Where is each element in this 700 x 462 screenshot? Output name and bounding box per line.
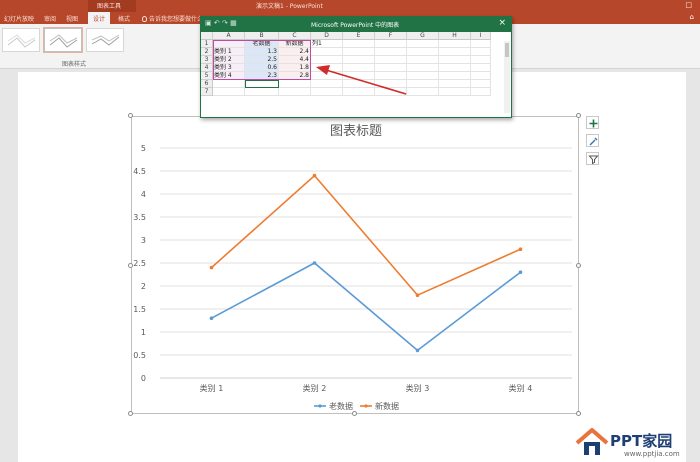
cell-a7[interactable]	[213, 88, 245, 96]
cell-b6[interactable]	[245, 80, 279, 88]
cell-i4[interactable]	[471, 64, 491, 72]
row-header-1[interactable]: 1	[201, 40, 213, 48]
chart-filters-button[interactable]	[586, 152, 599, 165]
cell-g2[interactable]	[407, 48, 439, 56]
cell-d3[interactable]	[311, 56, 343, 64]
row-header-6[interactable]: 6	[201, 80, 213, 88]
save-icon[interactable]: ▣	[205, 19, 212, 27]
cell-i1[interactable]	[471, 40, 491, 48]
cell-d4[interactable]	[311, 64, 343, 72]
resize-handle-br[interactable]	[576, 411, 581, 416]
excel-window-title: Microsoft PowerPoint 中的图表	[311, 22, 400, 29]
house-logo-icon	[575, 428, 609, 455]
resize-handle-tr[interactable]	[576, 113, 581, 118]
resize-handle-tl[interactable]	[128, 113, 133, 118]
cell-f6[interactable]	[375, 80, 407, 88]
watermark-logo: PPT家园 www.pptjia.com	[574, 424, 700, 462]
vertical-scrollbar[interactable]	[504, 41, 510, 113]
cell-i7[interactable]	[471, 88, 491, 96]
resize-handle-bc[interactable]	[352, 411, 357, 416]
cell-i6[interactable]	[471, 80, 491, 88]
cell-g3[interactable]	[407, 56, 439, 64]
cell-e3[interactable]	[343, 56, 375, 64]
chart-styles-button[interactable]	[586, 134, 599, 147]
cell-g1[interactable]	[407, 40, 439, 48]
cell-d2[interactable]	[311, 48, 343, 56]
cell-f1[interactable]	[375, 40, 407, 48]
row-header-4[interactable]: 4	[201, 64, 213, 72]
cell-f7[interactable]	[375, 88, 407, 96]
cell-g7[interactable]	[407, 88, 439, 96]
cell-e5[interactable]	[343, 72, 375, 80]
plus-icon	[589, 119, 598, 128]
column-header-f[interactable]: F	[375, 32, 407, 40]
cell-f5[interactable]	[375, 72, 407, 80]
filter-icon	[588, 155, 599, 165]
row-header-2[interactable]: 2	[201, 48, 213, 56]
row-header-7[interactable]: 7	[201, 88, 213, 96]
cell-e6[interactable]	[343, 80, 375, 88]
cell-g6[interactable]	[407, 80, 439, 88]
chart-selection-frame[interactable]	[131, 116, 579, 414]
cell-d1[interactable]: 列1	[311, 40, 343, 48]
excel-title-bar: ▣ ↶ ↷ ▦ Microsoft PowerPoint 中的图表 ×	[201, 17, 511, 32]
cell-f3[interactable]	[375, 56, 407, 64]
cell-d6[interactable]	[311, 80, 343, 88]
excel-data-window[interactable]: ▣ ↶ ↷ ▦ Microsoft PowerPoint 中的图表 × ABCD…	[200, 16, 512, 118]
cell-e7[interactable]	[343, 88, 375, 96]
cell-g5[interactable]	[407, 72, 439, 80]
cell-c7[interactable]	[279, 88, 311, 96]
cell-a6[interactable]	[213, 80, 245, 88]
column-header-i[interactable]: I	[471, 32, 491, 40]
cell-h4[interactable]	[439, 64, 471, 72]
undo-icon[interactable]: ↶	[214, 19, 220, 27]
cell-h6[interactable]	[439, 80, 471, 88]
watermark-text: PPT家园	[610, 432, 673, 450]
cell-h5[interactable]	[439, 72, 471, 80]
row-header-3[interactable]: 3	[201, 56, 213, 64]
cell-f2[interactable]	[375, 48, 407, 56]
column-header-e[interactable]: E	[343, 32, 375, 40]
column-header-a[interactable]: A	[213, 32, 245, 40]
cell-e4[interactable]	[343, 64, 375, 72]
column-header-c[interactable]: C	[279, 32, 311, 40]
brush-icon	[589, 137, 598, 146]
column-header-h[interactable]: H	[439, 32, 471, 40]
resize-handle-ml[interactable]	[128, 263, 133, 268]
data-range-outline	[213, 40, 311, 80]
cell-g4[interactable]	[407, 64, 439, 72]
edit-data-icon[interactable]: ▦	[230, 19, 237, 27]
cell-h1[interactable]	[439, 40, 471, 48]
select-all-corner[interactable]	[201, 32, 213, 40]
cell-h2[interactable]	[439, 48, 471, 56]
redo-icon[interactable]: ↷	[222, 19, 228, 27]
column-header-g[interactable]: G	[407, 32, 439, 40]
excel-quick-access: ▣ ↶ ↷ ▦	[205, 19, 237, 27]
scrollbar-thumb[interactable]	[505, 43, 509, 57]
cell-f4[interactable]	[375, 64, 407, 72]
cell-i5[interactable]	[471, 72, 491, 80]
cell-e1[interactable]	[343, 40, 375, 48]
cell-d5[interactable]	[311, 72, 343, 80]
cell-i2[interactable]	[471, 48, 491, 56]
cell-h7[interactable]	[439, 88, 471, 96]
cell-b7[interactable]	[245, 88, 279, 96]
row-header-5[interactable]: 5	[201, 72, 213, 80]
resize-handle-bl[interactable]	[128, 411, 133, 416]
cell-i3[interactable]	[471, 56, 491, 64]
chart-elements-button[interactable]	[586, 116, 599, 129]
cell-h3[interactable]	[439, 56, 471, 64]
watermark-url: www.pptjia.com	[624, 450, 680, 458]
column-header-d[interactable]: D	[311, 32, 343, 40]
close-icon[interactable]: ×	[498, 18, 506, 28]
cell-e2[interactable]	[343, 48, 375, 56]
cell-d7[interactable]	[311, 88, 343, 96]
column-header-b[interactable]: B	[245, 32, 279, 40]
cell-c6[interactable]	[279, 80, 311, 88]
resize-handle-mr[interactable]	[576, 263, 581, 268]
